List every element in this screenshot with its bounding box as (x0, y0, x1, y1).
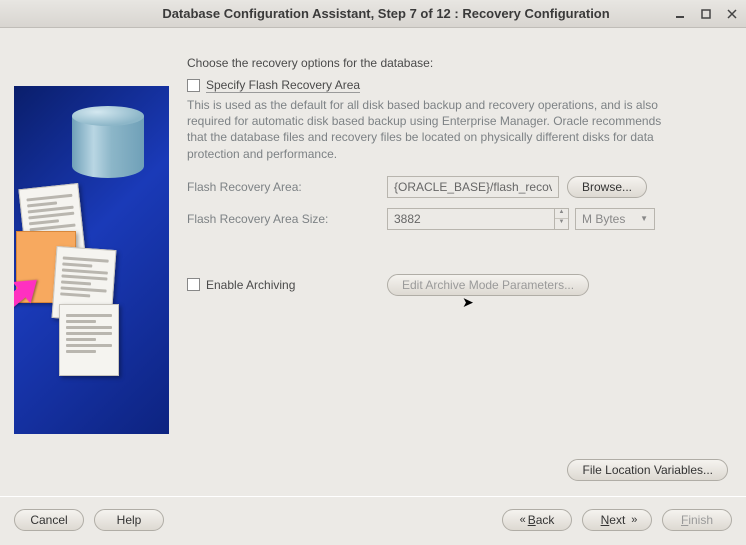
enable-archiving-label: Enable Archiving (206, 278, 295, 292)
wizard-graphic (14, 86, 169, 434)
specify-fra-label: Specify Flash Recovery Area (206, 78, 360, 93)
spinner-down-icon[interactable]: ▼ (555, 219, 568, 229)
fra-size-unit-select[interactable]: M Bytes ▼ (575, 208, 655, 230)
close-icon[interactable] (726, 8, 738, 20)
minimize-icon[interactable] (674, 8, 686, 20)
file-location-variables-button[interactable]: File Location Variables... (567, 459, 728, 481)
next-button[interactable]: Next » (582, 509, 652, 531)
chevron-down-icon: ▼ (640, 214, 648, 223)
fra-path-input[interactable] (387, 176, 559, 198)
back-button-label: Back (528, 513, 555, 527)
cancel-button[interactable]: Cancel (14, 509, 84, 531)
fra-size-input[interactable] (387, 208, 555, 230)
window-title: Database Configuration Assistant, Step 7… (8, 6, 674, 21)
titlebar: Database Configuration Assistant, Step 7… (0, 0, 746, 28)
divider (0, 496, 746, 497)
spinner-up-icon[interactable]: ▲ (555, 209, 568, 220)
specify-fra-checkbox[interactable] (187, 79, 200, 92)
enable-archiving-checkbox[interactable] (187, 278, 200, 291)
chevron-left-icon: « (520, 515, 522, 526)
maximize-icon[interactable] (700, 8, 712, 20)
finish-button: Finish (662, 509, 732, 531)
back-button[interactable]: « Back (502, 509, 572, 531)
chevron-right-icon: » (631, 515, 633, 526)
fra-size-unit-value: M Bytes (582, 212, 625, 226)
fra-size-spinner[interactable]: ▲▼ (555, 208, 569, 230)
next-button-label: Next (601, 513, 626, 527)
fra-description: This is used as the default for all disk… (187, 97, 677, 162)
browse-button[interactable]: Browse... (567, 176, 647, 198)
help-button[interactable]: Help (94, 509, 164, 531)
fra-size-label: Flash Recovery Area Size: (187, 212, 387, 226)
intro-text: Choose the recovery options for the data… (187, 56, 732, 70)
fra-path-label: Flash Recovery Area: (187, 180, 387, 194)
edit-archive-params-button: Edit Archive Mode Parameters... (387, 274, 589, 296)
